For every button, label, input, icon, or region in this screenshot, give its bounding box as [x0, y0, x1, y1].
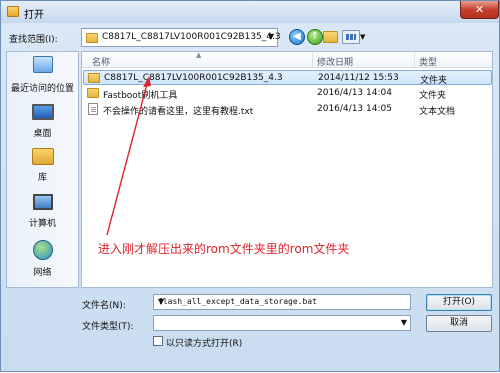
file-row[interactable]: C8817L_C8817LV100R001C92B135_4.3 2014/11… — [83, 70, 492, 86]
desktop-icon — [32, 104, 54, 120]
place-label: 网络 — [33, 268, 52, 278]
chevron-down-icon: ▼ — [400, 318, 407, 327]
filetype-dropdown[interactable]: ▼ — [153, 315, 411, 331]
back-button[interactable]: ◀ — [289, 29, 305, 45]
filename-label: 文件名(N): — [82, 301, 126, 311]
place-network[interactable]: 网络 — [7, 240, 78, 278]
place-label: 桌面 — [33, 129, 52, 139]
window-title: 打开 — [24, 10, 44, 21]
place-computer[interactable]: 计算机 — [7, 194, 78, 230]
view-menu-button[interactable] — [342, 30, 360, 44]
file-type: 文本文档 — [419, 107, 456, 117]
file-row[interactable]: Fastboot刷机工具 2016/4/13 14:04 文件夹 — [83, 86, 492, 101]
file-name: C8817L_C8817LV100R001C92B135_4.3 — [104, 73, 283, 83]
place-label: 计算机 — [28, 219, 56, 229]
column-header-type[interactable]: 类型 — [419, 55, 437, 68]
open-file-dialog: 打开 ✕ 查找范围(I): C8817L_C8817LV100R001C92B1… — [0, 0, 500, 372]
open-button[interactable]: 打开(O) — [426, 294, 492, 311]
network-icon — [33, 240, 53, 260]
column-header-date[interactable]: 修改日期 — [317, 55, 353, 68]
text-file-icon — [88, 103, 98, 115]
file-date: 2014/11/12 15:53 — [318, 73, 399, 83]
look-in-value: C8817L_C8817LV100R001C92B135_4.3 — [102, 32, 281, 42]
file-type: 文件夹 — [419, 91, 447, 101]
library-icon — [32, 148, 54, 165]
filetype-label: 文件类型(T): — [82, 322, 134, 332]
readonly-checkbox[interactable] — [153, 336, 163, 346]
column-divider[interactable] — [312, 52, 313, 68]
close-button[interactable]: ✕ — [460, 1, 499, 19]
file-name: 不会操作的请看这里，这里有教程.txt — [103, 107, 254, 117]
folder-icon — [7, 6, 19, 17]
folder-icon — [88, 73, 100, 83]
place-library[interactable]: 库 — [7, 148, 78, 184]
recent-places-icon — [33, 56, 53, 73]
place-recent[interactable]: 最近访问的位置 — [7, 56, 78, 98]
file-name: Fastboot刷机工具 — [103, 91, 178, 101]
cancel-button[interactable]: 取消 — [426, 315, 492, 332]
file-date: 2016/4/13 14:04 — [317, 88, 392, 98]
sort-ascending-icon: ▲ — [196, 51, 202, 59]
readonly-label[interactable]: 以只读方式打开(R) — [166, 336, 242, 349]
computer-icon — [33, 194, 53, 210]
look-in-label: 查找范围(I): — [9, 35, 58, 45]
place-label: 最近访问的位置 — [10, 84, 74, 94]
up-one-level-button[interactable]: ↑ — [307, 29, 323, 45]
chevron-down-icon[interactable]: ▼ — [360, 33, 365, 41]
file-row[interactable]: 不会操作的请看这里，这里有教程.txt 2016/4/13 14:05 文本文档 — [83, 102, 492, 117]
places-bar: 最近访问的位置 桌面 库 计算机 网络 — [6, 51, 79, 288]
title-bar[interactable]: 打开 ✕ — [1, 1, 499, 23]
column-divider[interactable] — [414, 52, 415, 68]
look-in-dropdown[interactable]: C8817L_C8817LV100R001C92B135_4.3 ▼ — [81, 28, 281, 47]
annotation-text: 进入刚才解压出来的rom文件夹里的rom文件夹 — [98, 242, 350, 256]
place-desktop[interactable]: 桌面 — [7, 104, 78, 140]
chevron-down-icon: ▼ — [267, 32, 274, 41]
column-header-name[interactable]: 名称 — [92, 55, 110, 68]
file-type: 文件夹 — [420, 76, 448, 86]
folder-icon — [86, 33, 98, 43]
new-folder-button[interactable] — [323, 31, 338, 43]
column-header-row: 名称 ▲ 修改日期 类型 — [82, 51, 492, 68]
folder-icon — [87, 88, 99, 98]
chevron-down-icon[interactable]: ▼ — [158, 297, 407, 306]
filename-input[interactable]: flash_all_except_data_storage.bat ▼ — [153, 294, 411, 310]
place-label: 库 — [37, 173, 47, 183]
file-date: 2016/4/13 14:05 — [317, 104, 392, 114]
